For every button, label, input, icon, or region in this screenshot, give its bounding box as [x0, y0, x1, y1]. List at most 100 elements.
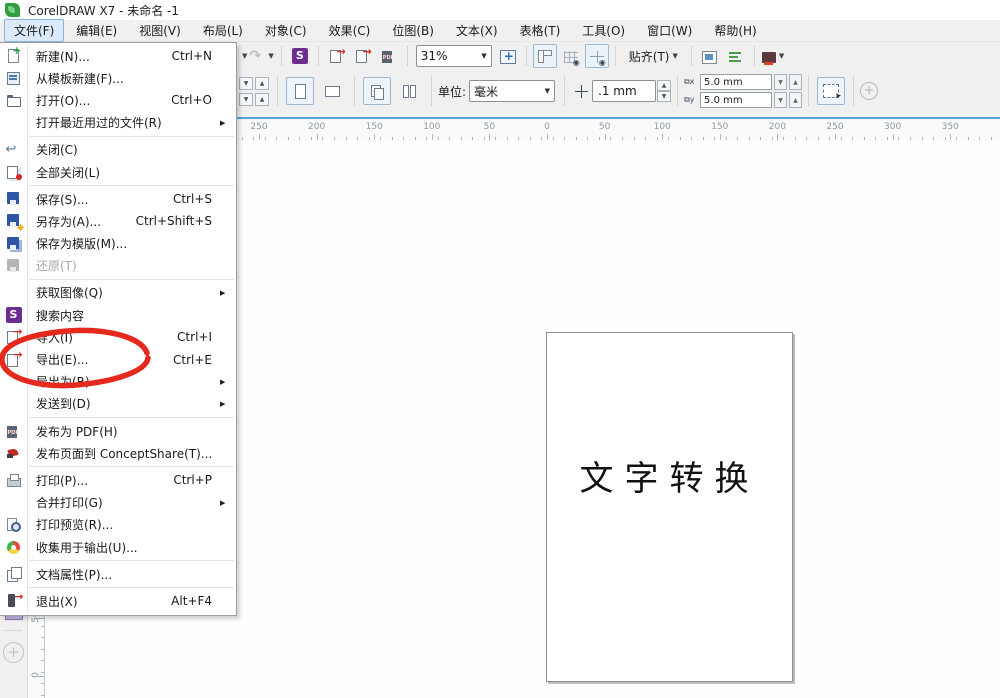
portrait-button[interactable]: [286, 77, 314, 105]
current-page-icon: [401, 83, 417, 99]
landscape-button[interactable]: [318, 77, 346, 105]
file-menu-item[interactable]: 合并打印(G)▶: [0, 492, 236, 514]
app-list-button[interactable]: [724, 44, 748, 68]
options-button[interactable]: [698, 44, 722, 68]
spinner-up-icon[interactable]: ▲: [789, 74, 802, 90]
duplicate-y-field[interactable]: 5.0 mm: [700, 92, 772, 108]
print-icon: [6, 472, 22, 488]
menu-separator: [29, 136, 234, 137]
page-text[interactable]: 文字转换: [547, 451, 792, 500]
spinner-down-icon[interactable]: ▼: [239, 93, 253, 106]
menu-item-label: 导入(I): [27, 329, 177, 346]
spinner-down-icon[interactable]: ▼: [239, 77, 253, 90]
file-menu-item[interactable]: 收集用于输出(U)...: [0, 536, 236, 558]
file-menu-item[interactable]: 打开(O)...Ctrl+O: [0, 89, 236, 111]
publish-pdf-button[interactable]: [377, 44, 401, 68]
nudge-offset-field[interactable]: .1 mm: [592, 80, 656, 102]
file-menu-item[interactable]: 导出(E)...Ctrl+E: [0, 348, 236, 370]
menubar-item[interactable]: 文本(X): [446, 19, 508, 42]
units-combo[interactable]: 毫米 ▼: [469, 80, 555, 102]
file-menu-item[interactable]: 打印(P)...Ctrl+P: [0, 469, 236, 491]
current-page-button[interactable]: [395, 77, 423, 105]
file-menu-item[interactable]: 保存为模版(M)...: [0, 233, 236, 255]
toolbox-separator: [4, 630, 22, 631]
submenu-arrow-icon: ▶: [220, 289, 236, 297]
file-menu-item[interactable]: 发送到(D)▶: [0, 393, 236, 415]
spinner-up-icon[interactable]: ▲: [789, 92, 802, 108]
toolbox-customize-plus-icon[interactable]: +: [3, 642, 24, 663]
all-pages-button[interactable]: [363, 77, 391, 105]
search-content-button[interactable]: S: [288, 44, 312, 68]
menu-icon-gutter: [0, 352, 27, 368]
menubar-item[interactable]: 窗口(W): [637, 19, 702, 42]
spinner-down-icon[interactable]: ▼: [774, 74, 787, 90]
spinner-up-icon[interactable]: ▲: [657, 80, 671, 91]
redo-button[interactable]: ↷▼: [248, 44, 274, 68]
menu-icon-gutter: [0, 213, 27, 229]
spinner-up-icon[interactable]: ▲: [255, 77, 269, 90]
menu-item-label: 打印(P)...: [27, 472, 173, 489]
duplicate-x-field[interactable]: 5.0 mm: [700, 74, 772, 90]
file-menu-item[interactable]: 另存为(A)...Ctrl+Shift+S: [0, 210, 236, 232]
menubar-item[interactable]: 文件(F): [4, 19, 64, 42]
spinner-down-icon[interactable]: ▼: [657, 91, 671, 102]
menubar-item[interactable]: 表格(T): [510, 19, 571, 42]
file-menu-item[interactable]: S搜索内容: [0, 304, 236, 326]
menu-item-label: 文档属性(P)...: [27, 566, 220, 583]
units-label: 单位:: [438, 83, 466, 100]
snap-to-button[interactable]: 贴齐(T) ▼: [622, 44, 685, 68]
file-menu-item[interactable]: 导出为(R)▶: [0, 371, 236, 393]
menubar-item[interactable]: 帮助(H): [704, 19, 766, 42]
nudge-spinner: ▲ ▼: [657, 80, 671, 102]
file-menu-item[interactable]: 打开最近用过的文件(R)▶: [0, 112, 236, 134]
menubar-item[interactable]: 对象(C): [255, 19, 317, 42]
duplicate-y-icon: ⧉y: [684, 95, 698, 105]
app-list-icon: [729, 51, 743, 63]
units-value: 毫米: [474, 83, 539, 100]
document-page[interactable]: 文字转换: [546, 332, 793, 682]
app-launcher-button[interactable]: ▼: [761, 44, 785, 68]
menubar-item[interactable]: 位图(B): [382, 19, 444, 42]
import-button[interactable]: [325, 44, 349, 68]
zoom-level-combo[interactable]: 31% ▼: [416, 45, 492, 67]
menu-icon-gutter: [0, 48, 27, 64]
ruler-label: 200: [769, 122, 786, 132]
show-guidelines-button[interactable]: [585, 44, 609, 68]
undo-flyout-icon[interactable]: ▼: [242, 52, 247, 60]
file-menu-item[interactable]: 获取图像(Q)▶: [0, 282, 236, 304]
file-menu-item[interactable]: 发布页面到 ConceptShare(T)...: [0, 442, 236, 464]
show-grid-button[interactable]: [559, 44, 583, 68]
file-menu-item[interactable]: 打印预览(R)...: [0, 514, 236, 536]
file-menu-item[interactable]: 新建(N)...Ctrl+N: [0, 45, 236, 67]
toolbar-separator: [318, 46, 319, 66]
fullscreen-preview-button[interactable]: [496, 44, 520, 68]
menubar-item[interactable]: 工具(O): [572, 19, 635, 42]
export-button[interactable]: [351, 44, 375, 68]
ruler-label: 150: [711, 122, 728, 132]
export-icon: [355, 48, 371, 64]
file-menu-dropdown: 新建(N)...Ctrl+N从模板新建(F)...打开(O)...Ctrl+O打…: [0, 42, 237, 616]
file-menu-item[interactable]: 导入(I)Ctrl+I: [0, 326, 236, 348]
spinner-up-icon[interactable]: ▲: [255, 93, 269, 106]
file-menu-item[interactable]: 保存(S)...Ctrl+S: [0, 188, 236, 210]
treat-as-filled-button[interactable]: [817, 77, 845, 105]
window-title: CorelDRAW X7 - 未命名 -1: [28, 2, 179, 19]
file-menu-item[interactable]: ↩关闭(C): [0, 139, 236, 161]
menubar-item[interactable]: 编辑(E): [66, 19, 127, 42]
nudge-offset-icon: [575, 85, 588, 98]
spinner-down-icon[interactable]: ▼: [774, 92, 787, 108]
menu-icon-gutter: [0, 258, 27, 274]
file-menu-item[interactable]: 退出(X)Alt+F4: [0, 590, 236, 612]
menubar-item[interactable]: 布局(L): [193, 19, 253, 42]
file-menu-item[interactable]: 还原(T): [0, 255, 236, 277]
menubar-item[interactable]: 效果(C): [319, 19, 381, 42]
file-menu-item[interactable]: 全部关闭(L): [0, 161, 236, 183]
show-rulers-button[interactable]: [533, 44, 557, 68]
toolbar-separator: [526, 46, 527, 66]
file-menu-item[interactable]: 发布为 PDF(H): [0, 420, 236, 442]
file-menu-item[interactable]: 文档属性(P)...: [0, 563, 236, 585]
file-menu-item[interactable]: 从模板新建(F)...: [0, 67, 236, 89]
menubar-item[interactable]: 视图(V): [129, 19, 191, 42]
chevron-down-icon: ▼: [481, 52, 486, 60]
plus-circle-icon[interactable]: +: [860, 82, 878, 100]
